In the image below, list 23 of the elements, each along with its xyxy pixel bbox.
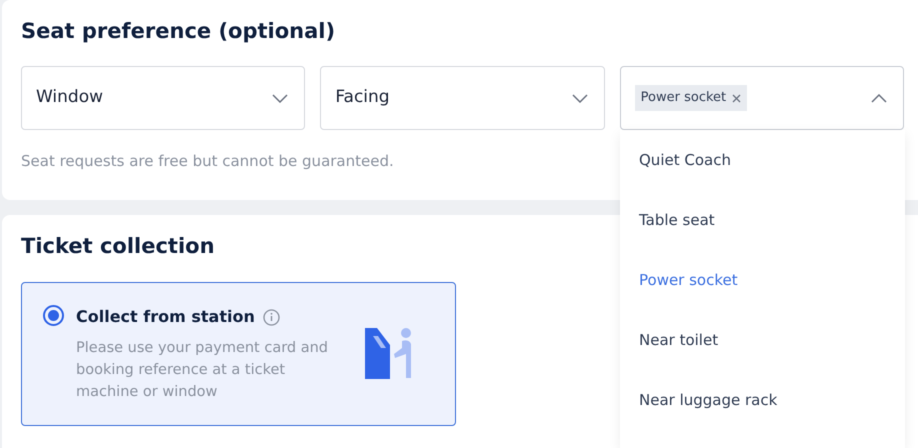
select-value: Window xyxy=(36,86,104,110)
option-label: Collect from station xyxy=(76,306,255,328)
select-field[interactable]: Facing xyxy=(320,66,605,130)
dropdown-option[interactable]: Quiet Coach xyxy=(620,130,905,190)
hint-text: Seat requests are free but cannot be guaranteed. xyxy=(21,151,394,172)
select-value: Facing xyxy=(335,86,390,110)
chevron-down-icon xyxy=(572,94,588,102)
section-title: Seat preference (optional) xyxy=(21,18,336,45)
dropdown-option[interactable]: Near luggage rack xyxy=(620,370,905,430)
select-field[interactable]: Power socket xyxy=(620,66,904,130)
dropdown-option[interactable]: Table seat xyxy=(620,190,905,250)
select-field[interactable]: Window xyxy=(21,66,306,130)
section-title: Ticket collection xyxy=(21,233,216,260)
radio-card[interactable]: Collect from station Please use your payment card and booking reference at a ticket machine or window xyxy=(21,282,456,426)
chevron-up-icon xyxy=(870,94,887,102)
option-description: Please use your payment card and booking reference at a ticket machine or window xyxy=(76,339,330,402)
info-icon[interactable] xyxy=(262,308,280,326)
remove-icon[interactable] xyxy=(732,94,742,102)
chevron-down-icon xyxy=(272,94,288,102)
dropdown-option[interactable]: Near toilet xyxy=(620,310,905,370)
selected-tag: Power socket xyxy=(634,85,748,111)
dropdown-option[interactable]: Power socket xyxy=(620,250,905,310)
radio-button[interactable] xyxy=(43,305,64,326)
